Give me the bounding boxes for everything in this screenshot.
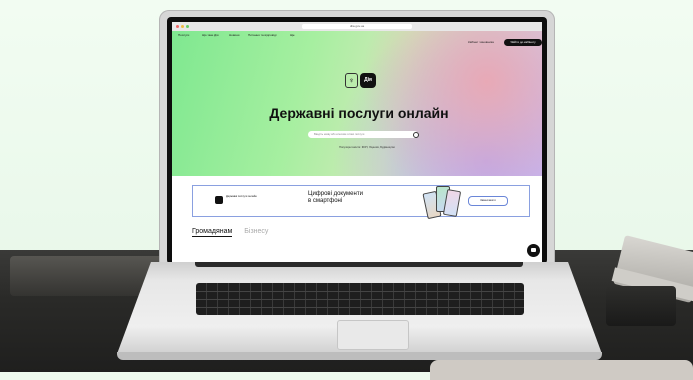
banner-headline-line2: в смартфоні <box>308 198 343 204</box>
search-input[interactable]: Введіть назву або ключове слово послуги <box>308 131 418 138</box>
nav-item-faq[interactable]: Питання та відповіді <box>248 33 276 38</box>
desk-plate <box>430 360 693 380</box>
tab-citizens[interactable]: Громадянам <box>192 228 233 237</box>
phone-image <box>442 188 462 218</box>
nav-item-services[interactable]: Послуги <box>178 33 189 38</box>
minimize-window-icon[interactable] <box>181 25 184 28</box>
login-button[interactable]: Увійти до кабінету <box>504 39 542 46</box>
key-row <box>196 291 524 292</box>
search-icon[interactable] <box>413 132 419 138</box>
close-window-icon[interactable] <box>176 25 179 28</box>
banner-headline-line1: Цифрові документи <box>308 191 363 197</box>
popular-queries: Популярні запити: ФОП, Ліцензія, Будівни… <box>339 146 395 149</box>
trident-icon: ♆ <box>345 73 358 88</box>
audience-tabs: Громадянам Бізнесу <box>192 228 268 237</box>
banner-headline: Цифрові документи в смартфоні <box>308 191 388 205</box>
official-login-link[interactable]: Кабінет чиновника <box>468 39 494 44</box>
address-bar[interactable]: diia.gov.ua <box>302 24 412 29</box>
app-promo-banner: Державні послуги онлайн Цифрові документ… <box>192 184 530 220</box>
key-row <box>196 307 524 308</box>
chat-icon <box>531 248 536 252</box>
maximize-window-icon[interactable] <box>186 25 189 28</box>
banner-caption: Державні послуги онлайн <box>226 195 257 198</box>
phones-illustration <box>422 184 462 220</box>
download-button[interactable]: Завантажити <box>468 196 508 206</box>
hero-section: Послуги Що таке Дія Новини Питання та ві… <box>172 31 542 176</box>
nav-item-about[interactable]: Що таке Дія <box>202 33 219 38</box>
key-row <box>196 299 524 300</box>
nav-item-news[interactable]: Новини <box>229 33 239 38</box>
laptop-base-edge <box>117 352 602 360</box>
laptop-hinge <box>195 262 523 267</box>
nav-item-more[interactable]: Ще <box>290 33 294 38</box>
page-title: Державні послуги онлайн <box>269 105 449 121</box>
desk-object <box>606 286 676 326</box>
website-display: diia.gov.ua Послуги Що таке Дія Новини П… <box>172 22 542 262</box>
diia-app-icon <box>215 196 223 204</box>
tab-business[interactable]: Бізнесу <box>244 228 268 235</box>
trackpad <box>337 320 409 350</box>
diia-logo: Дія <box>360 73 376 88</box>
